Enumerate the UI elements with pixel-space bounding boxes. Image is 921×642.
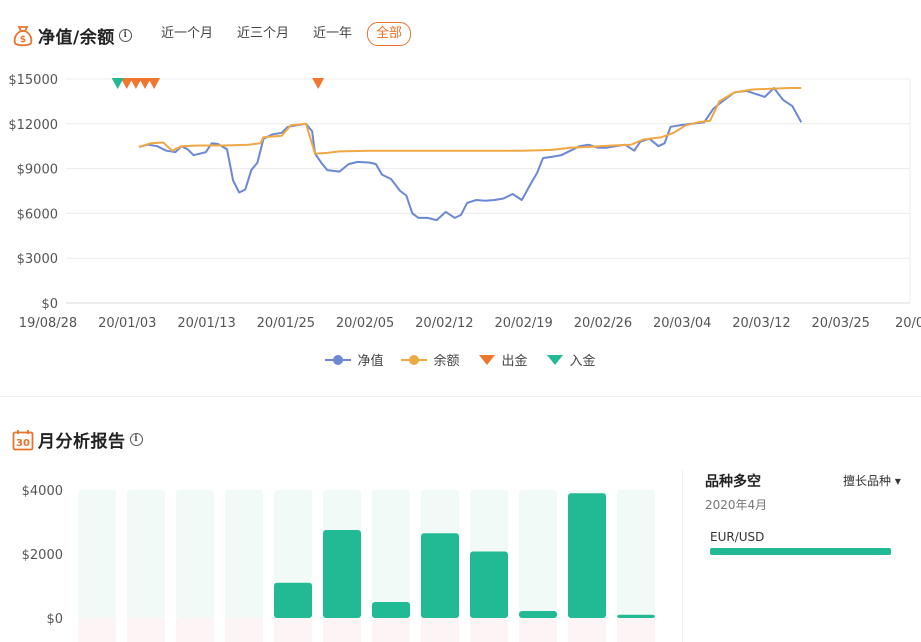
info-icon[interactable]: i — [129, 433, 143, 446]
legend-deposit-marker — [546, 354, 563, 365]
range-tabs: 近一个月 近三个月 近一年 全部 — [152, 22, 417, 46]
svg-text:$: $ — [20, 35, 26, 45]
bar — [519, 610, 557, 618]
chart-legend: 净值 余额 出金 入金 — [0, 350, 921, 369]
monthly-section-header: 30 月分析报告 i — [12, 427, 143, 452]
equity-line-chart[interactable]: $0 $3000 $6000 $9000 $12000 $15000 19/08/28 20/… — [0, 60, 921, 335]
bar — [372, 602, 410, 618]
equity-series-line — [138, 87, 803, 222]
tab-one-month[interactable]: 近一个月 — [152, 22, 222, 46]
y-tick-label: $6000 — [17, 207, 58, 222]
bar-background — [519, 490, 557, 618]
bar-negative-background — [127, 618, 165, 642]
legend-withdraw-marker — [478, 354, 495, 365]
bar-negative-background — [372, 618, 410, 642]
monthly-bar-chart[interactable]: $4000 $2000 $0 — [0, 470, 682, 642]
bar-negative-background — [421, 618, 459, 642]
legend-deposit-label: 入金 — [569, 354, 596, 369]
bar-background — [78, 490, 116, 618]
withdraw-marker — [312, 78, 325, 89]
legend-withdraw-label: 出金 — [501, 354, 528, 369]
tab-all[interactable]: 全部 — [367, 22, 412, 46]
balance-series-line — [138, 87, 802, 155]
legend-balance-marker — [401, 354, 428, 365]
bar-background — [372, 490, 410, 618]
legend-equity-label: 净值 — [357, 354, 384, 369]
legend-withdraw[interactable]: 出金 — [478, 350, 528, 369]
x-tick-label: 20/03/04 — [653, 316, 711, 331]
bar — [617, 614, 655, 618]
x-tick-label: 20/01/13 — [177, 316, 235, 331]
bar — [568, 493, 606, 618]
x-tick-label: 20/01/03 — [98, 316, 156, 331]
info-icon[interactable]: i — [118, 29, 132, 42]
legend-balance[interactable]: 余额 — [401, 350, 460, 369]
x-tick-label: 20/04/0 — [895, 316, 921, 331]
y-tick-label: $2000 — [22, 548, 63, 563]
bar-negative-background — [519, 618, 557, 642]
withdraw-marker — [148, 78, 161, 89]
money-bag-icon: $ — [12, 25, 34, 47]
side-panel-title: 品种多空 — [705, 474, 761, 490]
y-tick-label: $0 — [46, 612, 63, 627]
bar-negative-background — [225, 618, 263, 642]
x-tick-label: 20/03/25 — [812, 316, 870, 331]
equity-title: 净值/余额 — [38, 28, 115, 48]
bar — [421, 533, 459, 618]
bar-negative-background — [470, 618, 508, 642]
section-divider — [0, 396, 921, 397]
x-tick-label: 19/08/28 — [19, 316, 77, 331]
calendar-icon: 30 — [12, 429, 34, 451]
panel-separator — [682, 470, 683, 642]
tab-one-year[interactable]: 近一年 — [304, 22, 361, 46]
bar — [274, 582, 312, 618]
deposit-marker — [111, 78, 124, 89]
bar-negative-background — [568, 618, 606, 642]
bar-negative-background — [617, 618, 655, 642]
symbol-long-short-bar — [710, 548, 891, 555]
y-tick-label: $0 — [41, 297, 58, 312]
y-tick-label: $9000 — [17, 163, 58, 178]
bar-background — [225, 490, 263, 618]
x-tick-label: 20/01/25 — [257, 316, 315, 331]
bar-negative-background — [176, 618, 214, 642]
bar — [323, 530, 361, 618]
y-tick-label: $3000 — [17, 252, 58, 267]
side-panel-date: 2020年4月 — [705, 498, 768, 512]
legend-deposit[interactable]: 入金 — [546, 350, 596, 369]
symbol-select[interactable]: 擅长品种 ▾ — [843, 472, 901, 489]
bar-background — [617, 490, 655, 618]
y-tick-label: $4000 — [22, 484, 63, 499]
legend-equity-marker — [325, 354, 352, 365]
legend-balance-label: 余额 — [433, 354, 460, 369]
x-tick-label: 20/02/12 — [415, 316, 473, 331]
svg-text:30: 30 — [16, 438, 30, 449]
equity-section-header: $ 净值/余额 i — [12, 23, 132, 48]
monthly-title: 月分析报告 — [38, 432, 126, 452]
bar-negative-background — [274, 618, 312, 642]
x-tick-label: 20/02/19 — [494, 316, 552, 331]
tab-three-months[interactable]: 近三个月 — [228, 22, 298, 46]
bar-negative-background — [323, 618, 361, 642]
bar-background — [127, 490, 165, 618]
x-tick-label: 20/03/12 — [732, 316, 790, 331]
y-tick-label: $15000 — [8, 73, 58, 88]
bar — [470, 551, 508, 618]
symbol-pair-label: EUR/USD — [710, 530, 765, 544]
bar-background — [176, 490, 214, 618]
bar-negative-background — [78, 618, 116, 642]
y-tick-label: $12000 — [8, 118, 58, 133]
x-tick-label: 20/02/05 — [336, 316, 394, 331]
legend-equity[interactable]: 净值 — [325, 350, 383, 369]
x-tick-label: 20/02/26 — [574, 316, 632, 331]
